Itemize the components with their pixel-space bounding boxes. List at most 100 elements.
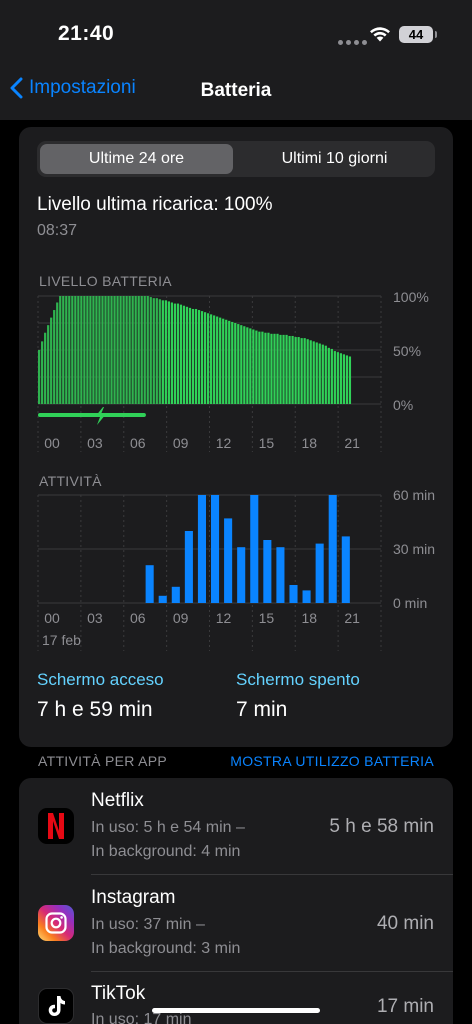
- battery-bar: [155, 298, 158, 404]
- battery-bar: [206, 313, 210, 404]
- app-usage-line: In uso: 5 h e 54 min –: [91, 819, 245, 836]
- activity-date-label: 17 feb: [42, 632, 81, 648]
- battery-bar: [188, 307, 192, 404]
- battery-bar: [113, 296, 116, 404]
- battery-x-label: 06: [130, 435, 146, 451]
- activity-x-label: 12: [216, 610, 232, 626]
- battery-bar: [261, 331, 264, 404]
- battery-bar: [216, 316, 219, 404]
- battery-level-chart: 100% 50% 0% 00 03 06 09 12 15 18 21: [37, 289, 429, 452]
- app-row-netflix[interactable]: Netflix In uso: 5 h e 54 min – In backgr…: [19, 778, 453, 875]
- battery-bar: [179, 304, 183, 404]
- activity-bar: [315, 543, 324, 603]
- activity-bar: [341, 536, 350, 603]
- battery-bar: [68, 296, 71, 404]
- battery-bar: [297, 337, 300, 404]
- battery-bar: [231, 321, 234, 404]
- battery-bar: [336, 352, 339, 404]
- activity-bar: [276, 547, 285, 603]
- battery-x-label: 21: [344, 435, 360, 451]
- battery-bar: [234, 323, 237, 404]
- battery-bar: [50, 317, 53, 404]
- activity-x-label: 15: [259, 610, 275, 626]
- battery-bar: [185, 306, 189, 404]
- app-background-line: In background: 4 min: [91, 843, 241, 860]
- battery-bar: [333, 351, 336, 404]
- battery-bar: [158, 299, 161, 404]
- app-usage-line: In uso: 37 min –: [91, 916, 205, 933]
- battery-bar: [330, 348, 333, 404]
- battery-bar: [62, 296, 65, 404]
- activity-y-label: 0 min: [393, 595, 427, 611]
- battery-bar: [56, 302, 59, 404]
- activity-x-label: 09: [173, 610, 189, 626]
- battery-bar: [104, 296, 107, 404]
- activity-bar: [158, 595, 167, 603]
- battery-bar: [194, 308, 198, 404]
- battery-bar: [53, 310, 56, 404]
- activity-y-label: 60 min: [393, 487, 435, 503]
- battery-bar: [74, 296, 77, 404]
- app-row-tiktok[interactable]: TikTok In uso: 17 min 17 min: [19, 972, 453, 1024]
- battery-bar: [348, 356, 352, 404]
- battery-bar: [339, 353, 342, 404]
- activity-bar: [250, 495, 259, 603]
- battery-bar: [137, 296, 140, 404]
- battery-bar: [276, 333, 279, 404]
- battery-bar: [140, 296, 143, 404]
- home-indicator[interactable]: [152, 1008, 320, 1013]
- battery-bar: [164, 300, 167, 404]
- battery-bar: [47, 325, 50, 404]
- app-total-time: 17 min: [376, 996, 434, 1017]
- battery-bar: [146, 296, 149, 404]
- battery-bar: [264, 332, 267, 404]
- app-name: Netflix: [91, 790, 144, 811]
- activity-bar: [224, 518, 233, 603]
- battery-bar: [309, 340, 312, 404]
- battery-bar: [134, 296, 137, 404]
- battery-bar: [228, 320, 231, 404]
- battery-bar: [324, 345, 327, 404]
- battery-x-label: 09: [173, 435, 189, 451]
- battery-bar: [182, 305, 186, 404]
- battery-bar: [59, 296, 62, 404]
- battery-bar: [197, 310, 201, 404]
- battery-bar: [149, 297, 152, 404]
- battery-bar: [71, 296, 74, 404]
- battery-bar: [203, 312, 207, 404]
- battery-bar: [44, 332, 47, 404]
- app-row-instagram[interactable]: Instagram In uso: 37 min – In background…: [19, 875, 453, 972]
- battery-bar: [267, 332, 270, 404]
- battery-bar: [240, 325, 243, 404]
- activity-x-label: 18: [301, 610, 317, 626]
- show-battery-usage-link[interactable]: MOSTRA UTILIZZO BATTERIA: [230, 753, 434, 769]
- battery-x-label: 18: [301, 435, 317, 451]
- battery-bar: [92, 296, 95, 404]
- battery-bar: [225, 319, 228, 404]
- screen-off-value: 7 min: [236, 698, 288, 721]
- battery-bar: [213, 315, 216, 404]
- activity-bar: [184, 531, 193, 603]
- apps-section-header: ATTIVITÀ PER APP: [38, 753, 168, 769]
- battery-bar: [101, 296, 104, 404]
- app-total-time: 40 min: [376, 913, 434, 934]
- battery-bar: [122, 296, 125, 404]
- activity-bar: [145, 565, 154, 603]
- app-name: Instagram: [91, 887, 176, 908]
- battery-bar: [270, 333, 273, 404]
- battery-bar: [131, 296, 134, 404]
- battery-bar: [167, 301, 170, 404]
- battery-bar: [285, 334, 288, 404]
- battery-x-label: 12: [216, 435, 232, 451]
- battery-bar: [41, 341, 44, 404]
- battery-bar: [222, 318, 225, 404]
- battery-bar: [98, 296, 101, 404]
- battery-bar: [191, 308, 195, 404]
- activity-x-label: 03: [87, 610, 103, 626]
- charging-bolt-icon: [95, 407, 106, 425]
- battery-bar: [327, 347, 330, 404]
- app-background-line: In background: 3 min: [91, 940, 241, 957]
- battery-bar: [143, 296, 146, 404]
- battery-y-label: 50%: [393, 343, 421, 359]
- battery-bar: [291, 335, 294, 404]
